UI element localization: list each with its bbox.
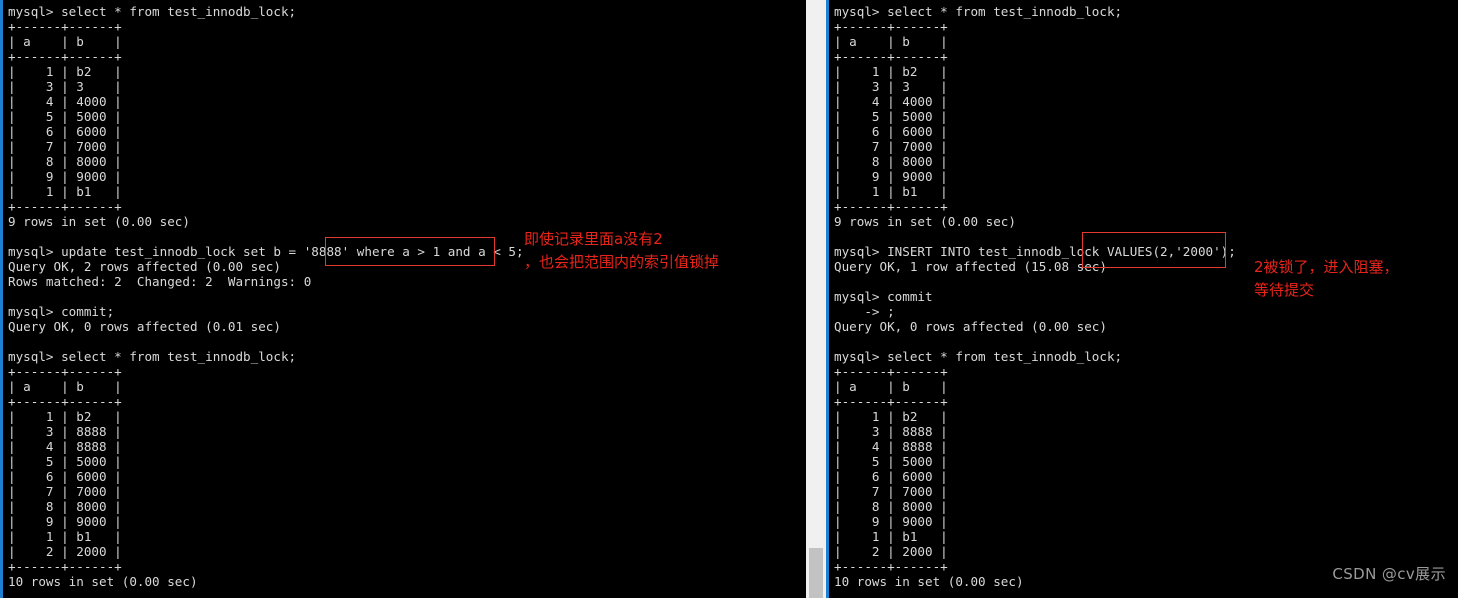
session-b-terminal-output: mysql> select * from test_innodb_lock; +… [834, 4, 1236, 589]
annotation-range-lock-note: 即使记录里面a没有2 ，也会把范围内的索引值锁掉 [524, 230, 720, 271]
vertical-scrollbar-thumb[interactable] [809, 548, 823, 598]
session-a-terminal-output: mysql> select * from test_innodb_lock; +… [8, 4, 524, 589]
session-a-terminal-pane[interactable]: mysql> select * from test_innodb_lock; +… [0, 0, 809, 598]
vertical-scrollbar-track[interactable] [806, 0, 826, 598]
csdn-watermark: CSDN @cv展示 [1332, 565, 1446, 583]
annotation-blocked-note: 2被锁了，进入阻塞， 等待提交 [1254, 258, 1399, 299]
